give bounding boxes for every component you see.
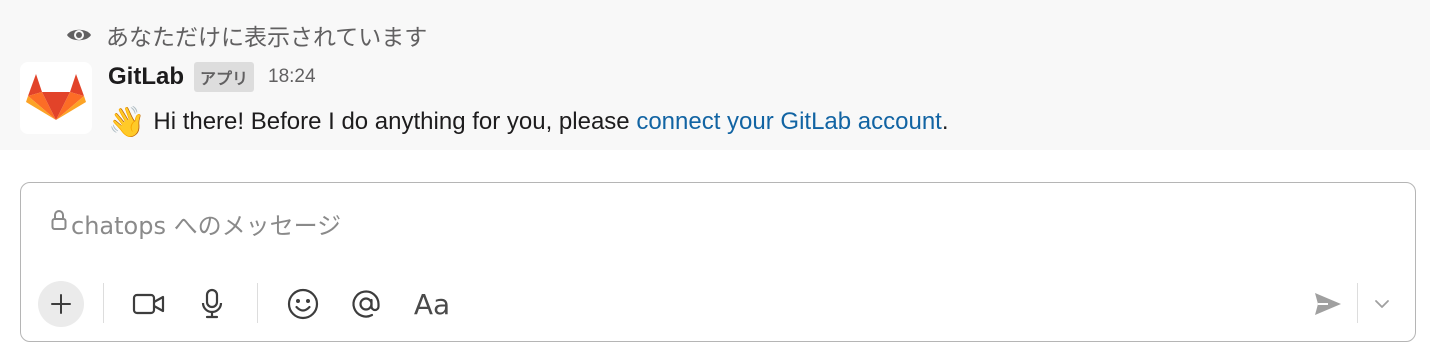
audio-clip-button[interactable]: [189, 281, 235, 327]
message-text: Hi there! Before I do anything for you, …: [153, 108, 949, 135]
schedule-send-button[interactable]: [1361, 281, 1403, 327]
ephemeral-notice: あなただけに表示されています: [66, 18, 427, 52]
video-icon: [132, 293, 165, 315]
message-composer: chatops へのメッセージ Aa: [20, 182, 1416, 342]
ephemeral-text: あなただけに表示されています: [106, 25, 428, 51]
text-format-button[interactable]: Aa: [407, 281, 457, 327]
video-clip-button[interactable]: [126, 281, 172, 327]
attach-button[interactable]: [38, 281, 84, 327]
toolbar-divider: [103, 283, 104, 323]
message-input[interactable]: chatops へのメッセージ: [51, 205, 341, 241]
emoji-icon: [287, 288, 319, 320]
app-badge: アプリ: [194, 62, 255, 92]
eye-icon: [66, 26, 92, 44]
message-timestamp[interactable]: 18:24: [268, 66, 316, 88]
text-format-icon: Aa: [413, 287, 451, 321]
connect-account-link[interactable]: connect your GitLab account: [636, 108, 942, 135]
toolbar-divider: [257, 283, 258, 323]
message-body: 👋 Hi there! Before I do anything for you…: [108, 100, 949, 144]
emoji-button[interactable]: [280, 281, 326, 327]
gitlab-logo-icon: [26, 74, 86, 120]
composer-toolbar: Aa: [21, 275, 1415, 331]
send-button[interactable]: [1305, 281, 1351, 327]
message-header: GitLab アプリ 18:24: [108, 60, 316, 94]
lock-icon: [51, 209, 67, 237]
sender-name[interactable]: GitLab: [108, 63, 184, 91]
gitlab-avatar[interactable]: [20, 62, 92, 134]
send-icon: [1315, 293, 1341, 315]
microphone-icon: [201, 288, 223, 319]
mention-icon: [352, 290, 380, 318]
wave-emoji: 👋: [108, 105, 146, 139]
message-placeholder: chatops へのメッセージ: [71, 211, 342, 240]
chevron-down-icon: [1375, 300, 1389, 308]
toolbar-divider: [1357, 283, 1358, 323]
message-area: あなただけに表示されています GitLab アプリ 18:24 👋 Hi the…: [0, 0, 1430, 150]
mention-button[interactable]: [343, 281, 389, 327]
plus-icon: [51, 294, 71, 314]
